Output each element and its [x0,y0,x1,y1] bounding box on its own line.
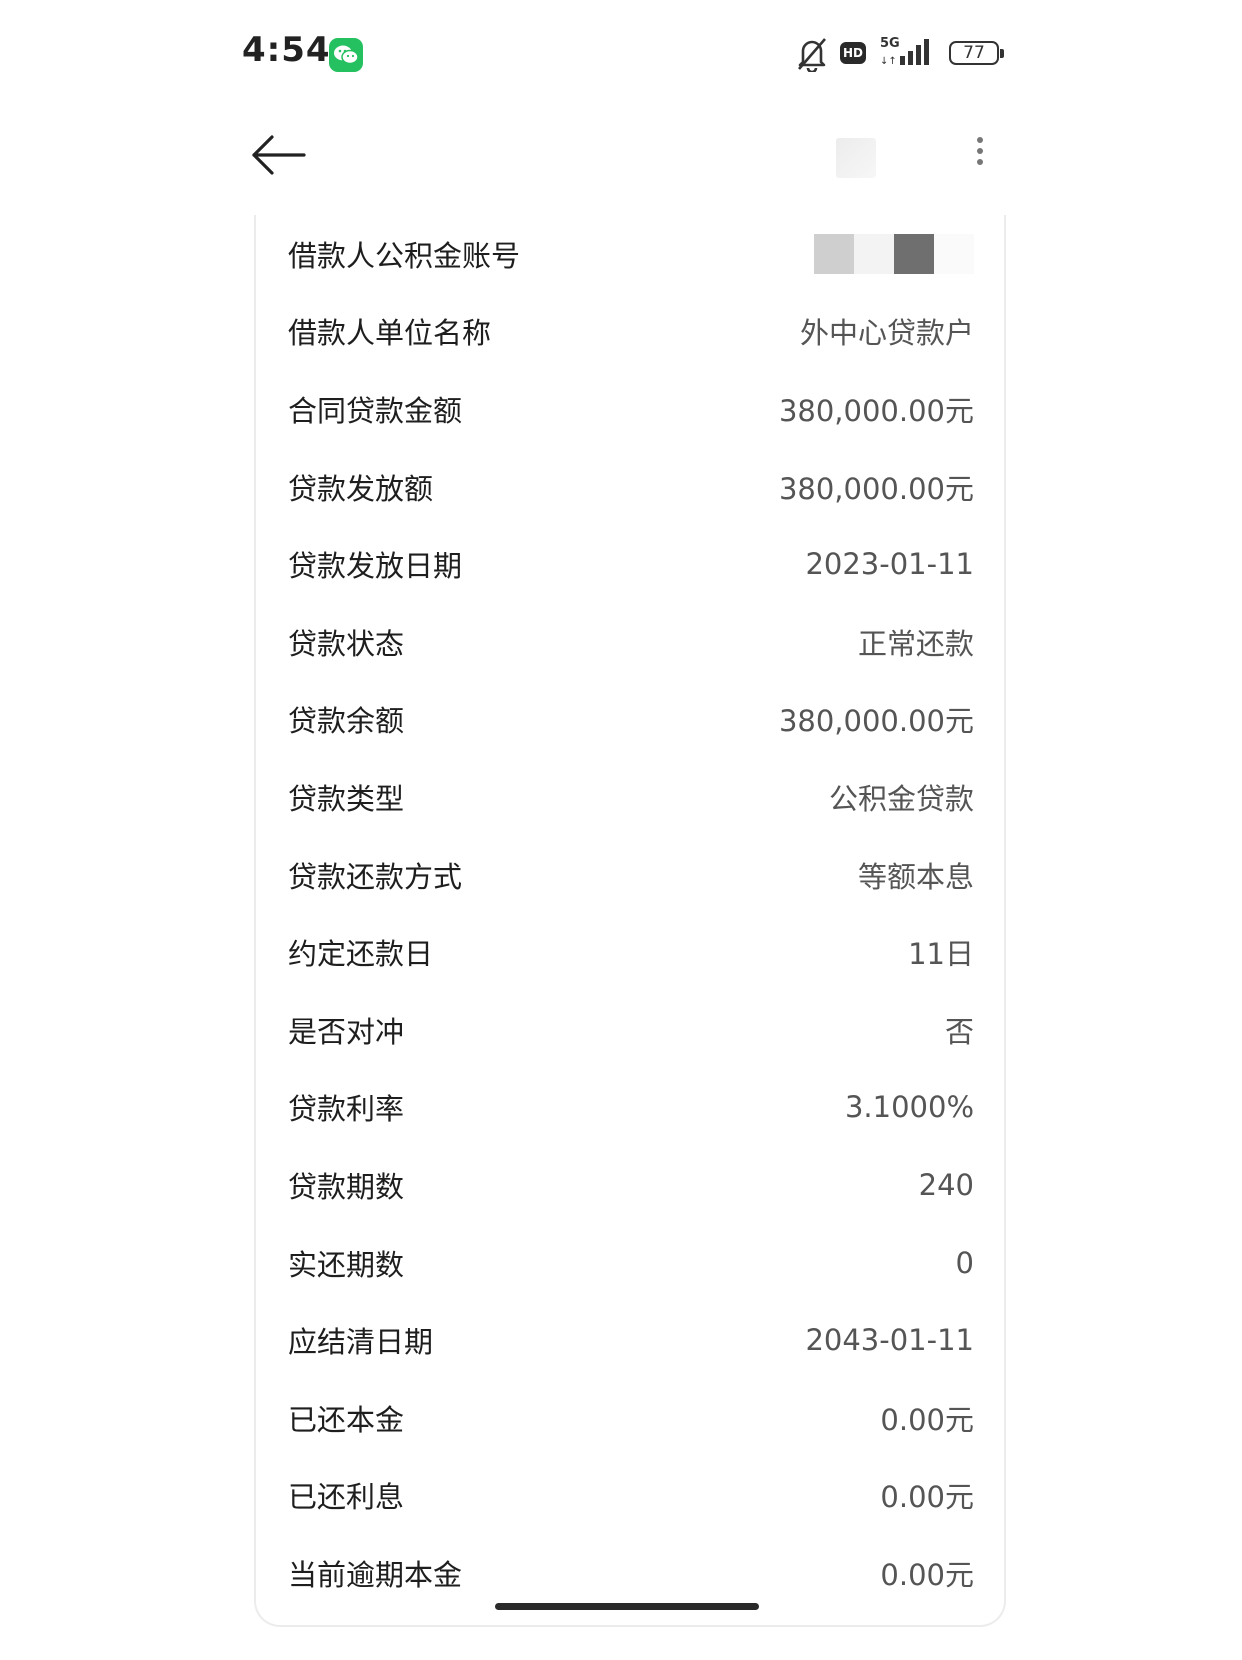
detail-label: 借款人单位名称 [288,316,492,351]
detail-row: 已还利息 0.00元 [256,1457,1004,1535]
detail-row: 借款人单位名称 外中心贷款户 [256,293,1004,371]
detail-label: 当前逾期本金 [288,1557,463,1592]
detail-row: 贷款利率 3.1000% [256,1069,1004,1147]
more-options-button[interactable] [968,132,992,182]
details-list: 借款人公积金账号 借款人单位名称 外中心贷款户 合同贷款金额 380,000.00元 贷款… [256,215,1004,1612]
redacted-title [836,138,876,178]
back-arrow-icon [252,135,306,175]
battery-icon: 77 [949,41,1004,65]
detail-value: 0.00元 [880,1402,974,1437]
detail-row: 是否对冲 否 [256,991,1004,1069]
detail-row: 贷款期数 240 [256,1146,1004,1224]
detail-value: 0.00元 [880,1557,974,1592]
detail-row: 合同贷款金额 380,000.00元 [256,370,1004,448]
detail-label: 合同贷款金额 [288,393,463,428]
detail-value: 380,000.00元 [778,393,974,428]
detail-row: 贷款发放日期 2023-01-11 [256,525,1004,603]
detail-label: 借款人公积金账号 [288,238,521,273]
loan-details-card: 借款人公积金账号 借款人单位名称 外中心贷款户 合同贷款金额 380,000.00元 贷款… [254,215,1006,1627]
detail-value: 240 [918,1167,974,1202]
detail-row: 贷款发放额 380,000.00元 [256,448,1004,526]
detail-row: 实还期数 0 [256,1224,1004,1302]
top-app-bar [0,110,1242,210]
detail-value: 0 [955,1245,974,1280]
detail-row: 借款人公积金账号 [256,215,1004,293]
detail-label: 贷款发放额 [288,471,434,506]
detail-value: 2023-01-11 [805,547,974,582]
detail-row: 当前逾期本金 0.00元 [256,1534,1004,1612]
detail-value: 否 [944,1014,974,1049]
detail-value: 正常还款 [857,626,974,661]
detail-label: 实还期数 [288,1247,405,1282]
more-vertical-icon [968,137,992,165]
detail-label: 已还利息 [288,1480,405,1515]
detail-value: 380,000.00元 [778,471,974,506]
detail-row: 贷款状态 正常还款 [256,603,1004,681]
detail-label: 贷款还款方式 [288,859,463,894]
detail-value: 外中心贷款户 [799,316,974,351]
detail-label: 贷款发放日期 [288,549,463,584]
detail-label: 贷款利率 [288,1092,405,1127]
detail-label: 已还本金 [288,1402,405,1437]
back-button[interactable] [248,130,310,180]
detail-value: 11日 [908,937,974,972]
home-indicator[interactable] [495,1603,759,1610]
detail-row: 已还本金 0.00元 [256,1379,1004,1457]
detail-value: 380,000.00元 [778,704,974,739]
detail-row: 应结清日期 2043-01-11 [256,1301,1004,1379]
detail-label: 应结清日期 [288,1325,434,1360]
status-bar: 4:54 HD 5G ↓↑ 77 [0,0,1242,110]
detail-label: 是否对冲 [288,1014,405,1049]
network-type-label: 5G [880,36,900,51]
detail-label: 贷款类型 [288,781,405,816]
wechat-icon [329,38,363,72]
detail-value: 公积金贷款 [828,781,974,816]
status-time: 4:54 [242,30,331,70]
detail-label: 贷款状态 [288,626,405,661]
mute-bell-icon [798,38,826,72]
detail-value: 3.1000% [844,1090,974,1125]
detail-row: 贷款还款方式 等额本息 [256,836,1004,914]
detail-label: 约定还款日 [288,937,434,972]
detail-label: 贷款余额 [288,704,405,739]
detail-value: 0.00元 [880,1480,974,1515]
detail-value: 等额本息 [857,859,974,894]
hd-icon: HD [840,42,866,64]
detail-row: 贷款类型 公积金贷款 [256,758,1004,836]
signal-icon: 5G ↓↑ [880,36,929,67]
redacted-account-number [814,233,974,274]
detail-row: 约定还款日 11日 [256,913,1004,991]
detail-label: 贷款期数 [288,1169,405,1204]
svg-text:↓↑: ↓↑ [880,56,897,67]
detail-row: 贷款余额 380,000.00元 [256,681,1004,759]
detail-value: 2043-01-11 [805,1323,974,1358]
